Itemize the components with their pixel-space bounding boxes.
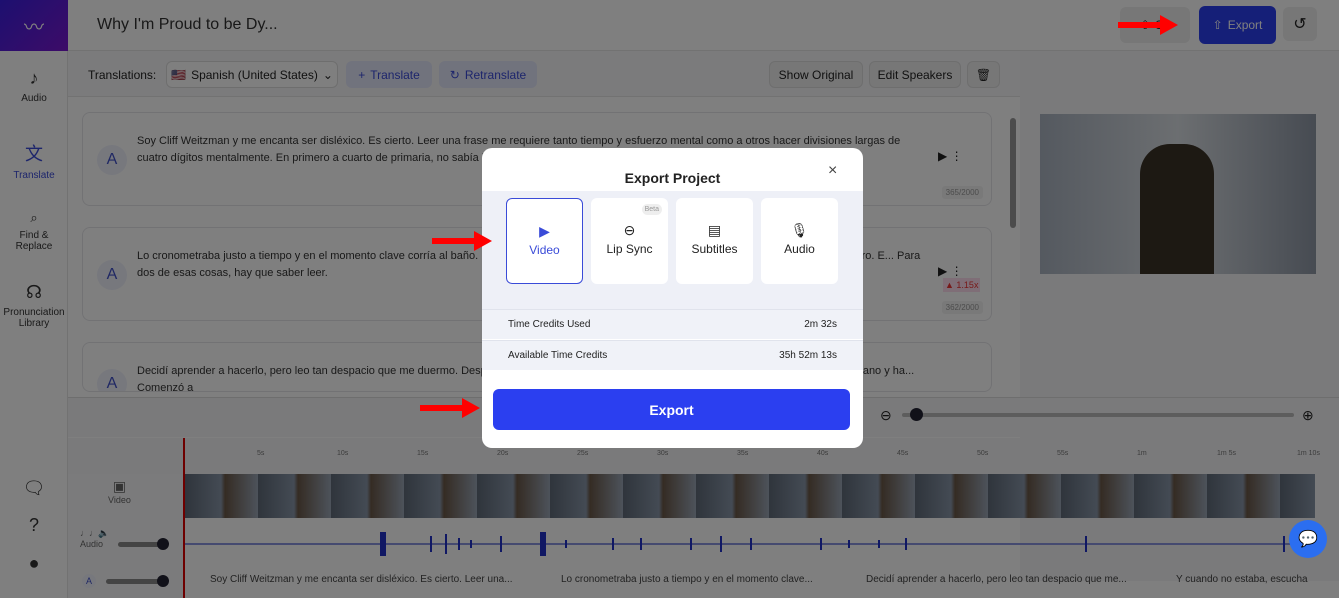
red-arrow-annotation [420, 398, 480, 418]
modal-title: Export Project [624, 170, 721, 186]
subtitles-icon: ▤ [707, 222, 722, 238]
lips-icon: ⊖ [623, 222, 636, 238]
option-audio[interactable]: 🎙 Audio [761, 198, 838, 284]
red-arrow-annotation [1118, 15, 1178, 35]
red-arrow-annotation [432, 231, 492, 251]
export-button[interactable]: Export [493, 389, 850, 430]
chat-icon: 💬 [1298, 531, 1318, 548]
chat-support-button[interactable]: 💬 [1289, 520, 1327, 558]
beta-badge: Beta [641, 204, 662, 215]
export-modal: Export Project × ▶ Video Beta ⊖ Lip Sync ▤ S… [482, 148, 863, 448]
option-subtitles[interactable]: ▤ Subtitles [676, 198, 753, 284]
time-credits-used-row: Time Credits Used 2m 32s [482, 309, 863, 339]
close-icon[interactable]: × [828, 162, 837, 180]
available-credits-row: Available Time Credits 35h 52m 13s [482, 340, 863, 370]
option-lip-sync[interactable]: Beta ⊖ Lip Sync [591, 198, 668, 284]
video-icon: ▶ [539, 223, 550, 239]
option-video[interactable]: ▶ Video [506, 198, 583, 284]
audio-file-icon: 🎙 [790, 222, 809, 238]
